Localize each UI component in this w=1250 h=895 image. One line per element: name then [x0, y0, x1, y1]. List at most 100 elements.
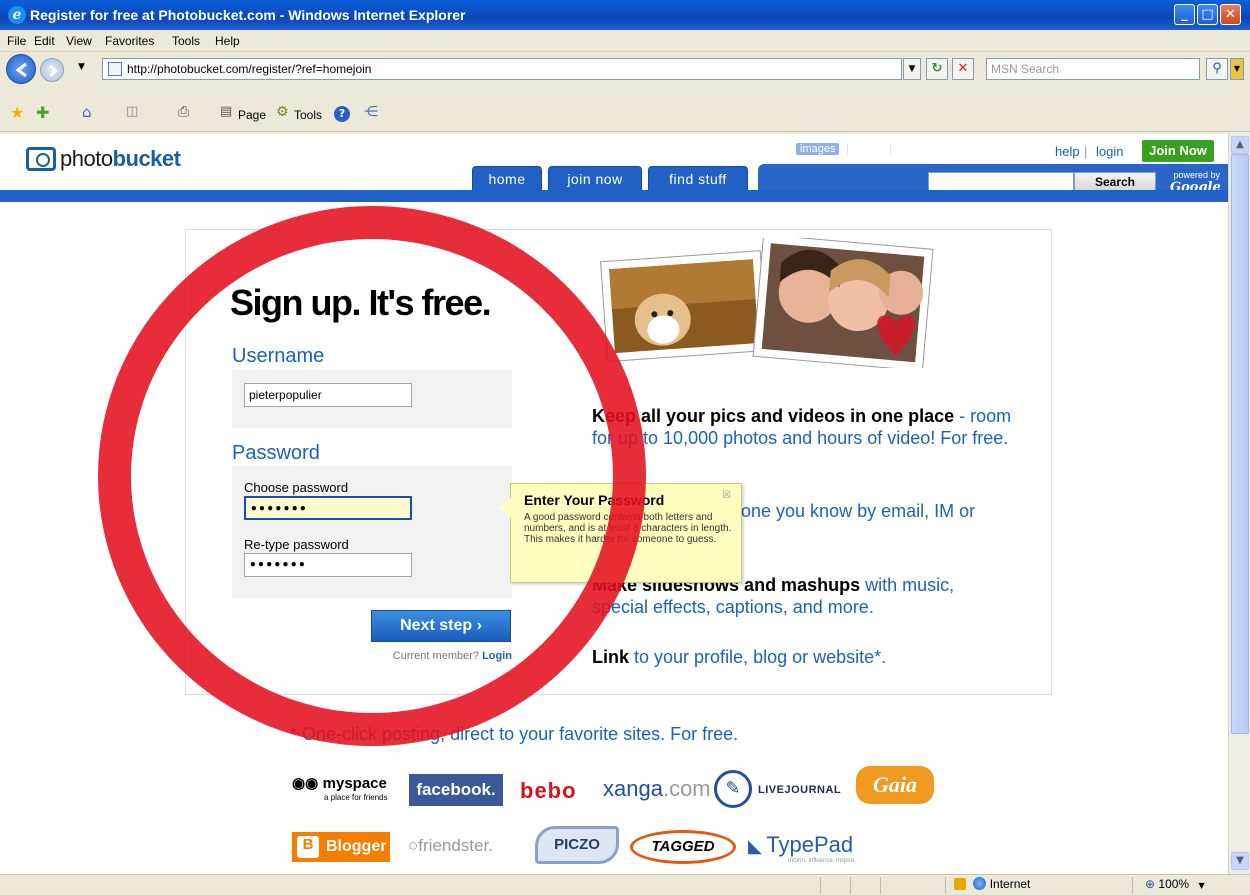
scroll-thumb[interactable]: [1231, 154, 1249, 734]
stop-icon[interactable]: ✕: [952, 58, 974, 80]
menu-bar: File Edit View Favorites Tools Help: [0, 30, 1250, 52]
retype-password-value: •••••••: [249, 558, 307, 572]
security-zone[interactable]: Internet: [945, 877, 1130, 894]
friendster-logo[interactable]: ○friendster.: [408, 836, 493, 856]
share-icon[interactable]: ⋲: [364, 104, 380, 120]
tools-menu[interactable]: Tools: [294, 108, 322, 122]
header-blue-bar: [0, 190, 1228, 202]
facebook-logo[interactable]: facebook.: [409, 774, 503, 806]
close-window-button[interactable]: ✕: [1220, 4, 1241, 25]
dog-photo: [600, 250, 768, 363]
print-icon[interactable]: ⎙: [178, 104, 194, 120]
tab-join-now[interactable]: join now: [548, 166, 642, 192]
forward-button[interactable]: [40, 58, 64, 82]
feature-link-bold: Link: [592, 647, 630, 667]
logo-text-photo: photo: [60, 146, 113, 171]
site-search-input[interactable]: [928, 172, 1074, 192]
msn-search-input[interactable]: MSN Search: [986, 58, 1200, 80]
next-step-button[interactable]: Next step ›: [371, 610, 511, 642]
typepad-icon: ◣: [748, 836, 762, 857]
back-button[interactable]: [6, 54, 36, 84]
tab-find-stuff[interactable]: find stuff: [648, 166, 748, 192]
menu-favorites[interactable]: Favorites: [105, 34, 154, 48]
xanga-logo[interactable]: xanga.com: [603, 776, 711, 802]
photo-collage: [600, 238, 934, 368]
gaia-logo[interactable]: Gaia: [856, 766, 934, 804]
page-icon: [108, 62, 122, 76]
tooltip-body: A good password contains both letters an…: [524, 512, 732, 545]
tagged-logo[interactable]: TAGGED: [630, 830, 736, 864]
myspace-logo[interactable]: ◉◉ myspace a place for friends: [292, 774, 388, 802]
scroll-up-icon[interactable]: ▲: [1231, 136, 1249, 154]
menu-file[interactable]: File: [7, 34, 26, 48]
address-input[interactable]: http://photobucket.com/register/?ref=hom…: [102, 58, 902, 80]
zoom-dropdown-icon[interactable]: ▼: [1198, 881, 1204, 890]
favorites-star-icon[interactable]: ★: [10, 103, 26, 122]
choose-password-input[interactable]: •••••••: [244, 496, 412, 520]
feature-link: Link to your profile, blog or website*.: [592, 646, 1012, 668]
search-tab-separator-2: |: [889, 143, 892, 155]
search-tab-separator: |: [846, 143, 849, 155]
login-link[interactable]: login: [1096, 144, 1123, 159]
search-tab-images[interactable]: images: [796, 143, 840, 155]
password-box: Choose password ••••••• Re-type password…: [232, 466, 512, 598]
username-input[interactable]: pieterpopulier: [244, 383, 412, 407]
home-icon[interactable]: ⌂: [82, 103, 98, 121]
command-bar: ★ ✚ ⌂ ◫ ⎙ ▤ Page ⚙ Tools ? ⋲: [0, 98, 1250, 132]
typepad-logo[interactable]: ◣ TypePad Inform. Influence. Inspire.: [748, 832, 856, 864]
blogger-b-icon: B: [297, 836, 319, 858]
tab-home[interactable]: home: [472, 166, 542, 192]
password-label: Password: [232, 442, 320, 464]
page-menu[interactable]: Page: [238, 108, 266, 122]
vertical-scrollbar[interactable]: ▲ ▼: [1228, 134, 1250, 874]
friends-photo: [752, 238, 934, 368]
username-value: pieterpopulier: [249, 388, 322, 402]
retype-password-input[interactable]: •••••••: [244, 553, 412, 577]
protected-mode-icon: [954, 878, 966, 890]
site-search-button[interactable]: Search: [1074, 172, 1156, 192]
feature-keep-bold: Keep all your pics and videos in one pla…: [592, 406, 955, 426]
maximize-button[interactable]: □: [1197, 4, 1218, 25]
menu-tools[interactable]: Tools: [172, 34, 200, 48]
menu-edit[interactable]: Edit: [34, 34, 55, 48]
choose-password-value: •••••••: [250, 502, 308, 516]
status-cell: [820, 877, 850, 894]
zoom-level: 100%: [1158, 877, 1190, 891]
page-menu-icon: ▤: [220, 104, 233, 119]
retype-password-label: Re-type password: [244, 537, 349, 552]
scroll-down-icon[interactable]: ▼: [1231, 852, 1249, 870]
blogger-logo[interactable]: B Blogger: [292, 832, 390, 862]
piczo-logo[interactable]: PICZO: [535, 826, 619, 864]
search-icon[interactable]: ⚲: [1206, 58, 1228, 80]
address-dropdown-icon[interactable]: ▼: [903, 58, 921, 80]
zoom-control[interactable]: ⊕ 100% ▼: [1132, 877, 1228, 894]
minimize-button[interactable]: _: [1174, 4, 1195, 25]
search-options-icon[interactable]: ▼: [1230, 58, 1244, 80]
window-title-bar[interactable]: e Register for free at Photobucket.com -…: [0, 0, 1250, 30]
history-dropdown-icon[interactable]: ▼: [78, 62, 85, 72]
globe-icon: [973, 877, 987, 890]
bebo-logo[interactable]: bebo: [520, 778, 577, 804]
menu-help[interactable]: Help: [215, 34, 240, 48]
tooltip-close-icon[interactable]: ☒: [722, 490, 731, 501]
add-favorites-icon[interactable]: ✚: [36, 103, 52, 122]
livejournal-pencil-icon: ✎: [714, 770, 752, 808]
one-click-posting-text: * One-click posting, direct to your favo…: [290, 724, 739, 744]
address-url: http://photobucket.com/register/?ref=hom…: [127, 62, 372, 76]
current-member-text: Current member? Login: [384, 650, 512, 662]
xanga-text: xanga: [603, 776, 663, 801]
refresh-icon[interactable]: ↻: [926, 58, 948, 80]
livejournal-logo[interactable]: LIVEJOURNAL: [758, 784, 841, 796]
feature-keep: Keep all your pics and videos in one pla…: [592, 405, 1012, 449]
photobucket-logo[interactable]: photobucket: [26, 146, 181, 172]
feeds-icon[interactable]: ◫: [126, 104, 142, 120]
menu-view[interactable]: View: [66, 34, 92, 48]
join-now-button[interactable]: Join Now: [1142, 140, 1214, 162]
help-icon[interactable]: ?: [334, 106, 350, 122]
help-link[interactable]: help: [1055, 144, 1080, 159]
friendster-circle-icon: ○: [408, 836, 419, 855]
search-tab-videos[interactable]: videos: [852, 143, 884, 155]
member-login-link[interactable]: Login: [482, 650, 512, 662]
search-tab-web[interactable]: web: [896, 143, 916, 155]
search-placeholder: MSN Search: [991, 62, 1060, 76]
